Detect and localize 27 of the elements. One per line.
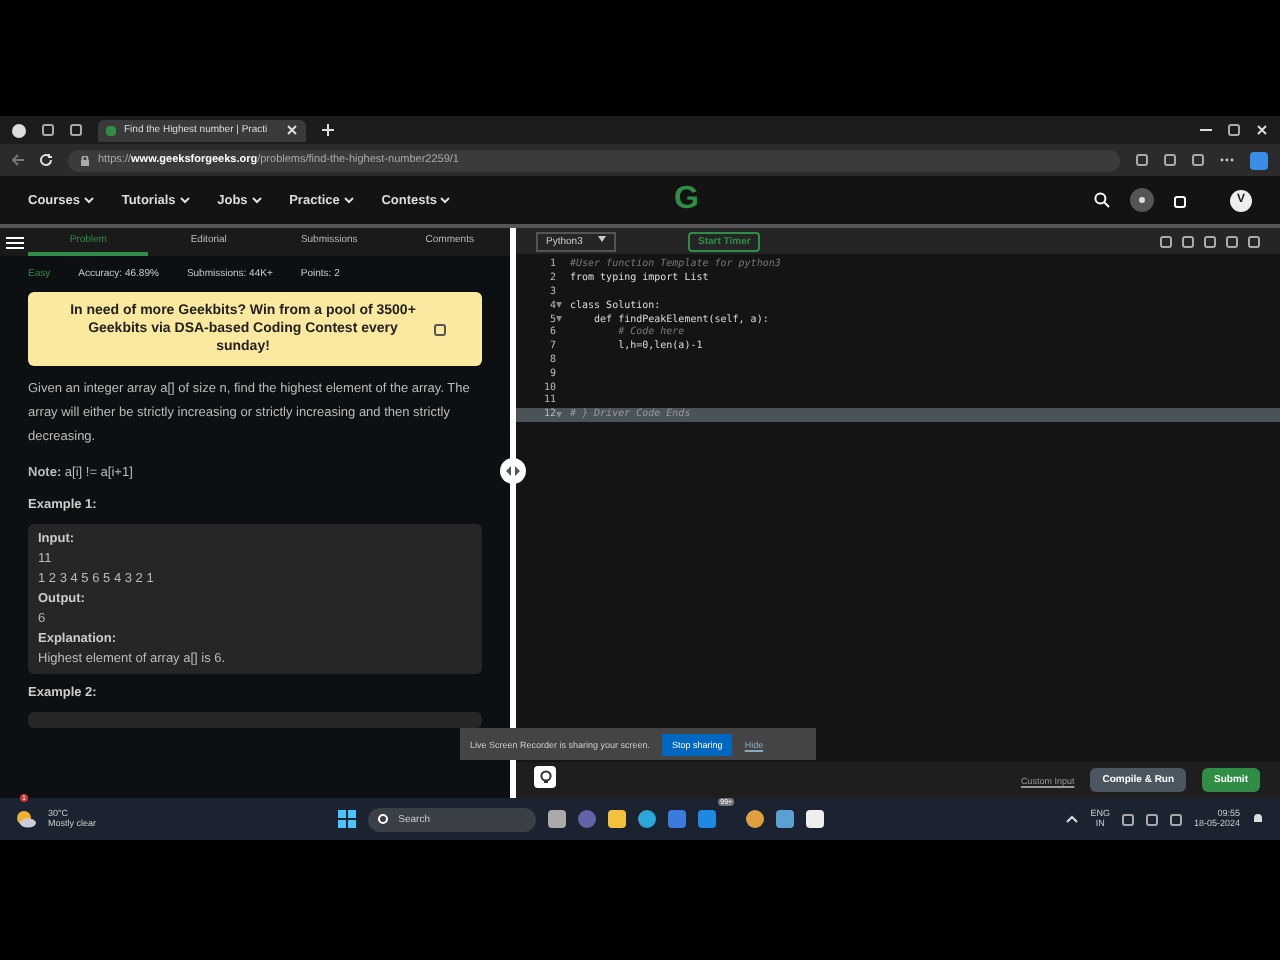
reload-icon[interactable] [40, 154, 52, 166]
chevron-icon [343, 195, 354, 203]
copilot-icon[interactable] [1250, 151, 1268, 169]
lightbulb-icon[interactable] [534, 766, 556, 788]
sun-icon [1136, 194, 1148, 206]
search-icon [378, 813, 391, 825]
minimize-icon[interactable] [1200, 124, 1212, 136]
tray-chevron-icon[interactable] [1066, 813, 1079, 825]
maximize-icon[interactable] [1228, 124, 1240, 136]
close-icon[interactable] [1256, 124, 1268, 136]
weather-icon[interactable] [16, 809, 36, 827]
profile-icon[interactable] [12, 123, 26, 137]
chevron-icon [251, 195, 262, 203]
notification-icon[interactable] [1252, 812, 1264, 826]
lock-icon [80, 155, 90, 165]
chevron-icon [440, 195, 451, 203]
site-logo[interactable]: G [673, 182, 699, 218]
search-icon[interactable] [1094, 192, 1110, 208]
start-icon[interactable] [338, 810, 357, 828]
tab-close-icon[interactable] [286, 124, 298, 136]
caret-icon [598, 235, 606, 241]
chevron-icon [83, 195, 94, 203]
theme-button[interactable] [1130, 188, 1154, 212]
chevron-icon [179, 195, 190, 203]
back-icon[interactable] [12, 154, 24, 166]
menu-icon[interactable] [5, 235, 23, 249]
new-tab-icon[interactable] [322, 124, 334, 136]
